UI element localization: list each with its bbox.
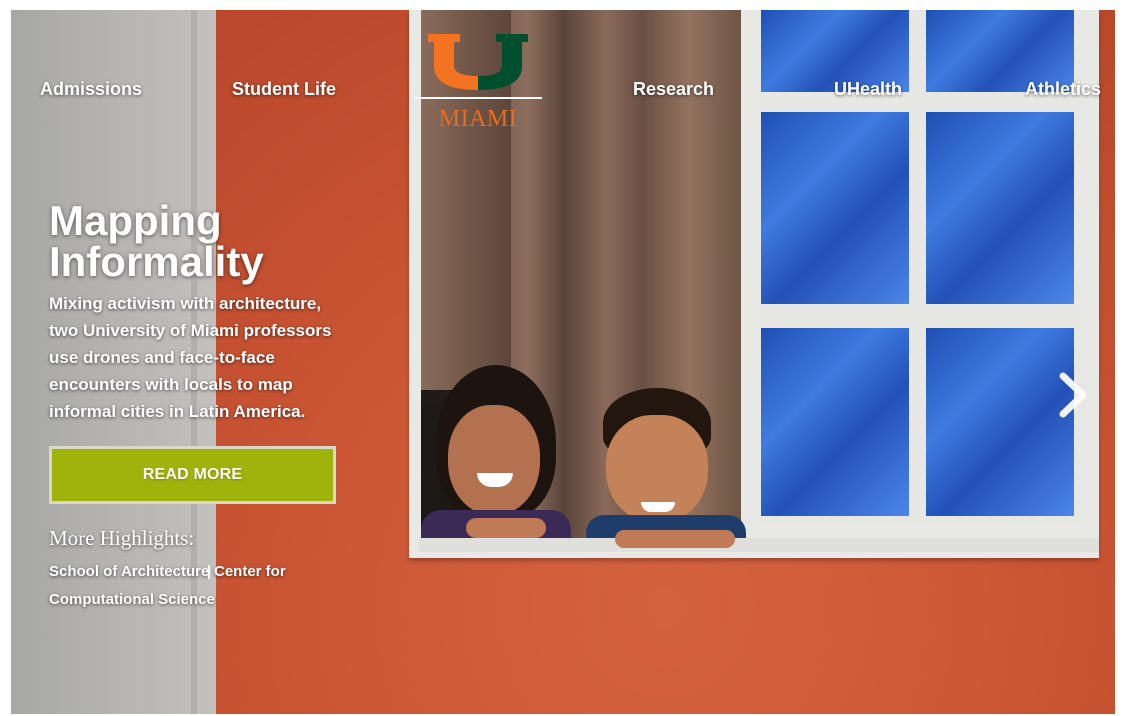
nav-link-uhealth[interactable]: UHealth [834, 79, 902, 100]
carousel-next-button[interactable] [1053, 370, 1093, 420]
highlights-title: More Highlights: [49, 526, 195, 550]
feature-description: Mixing activism with architecture, two U… [49, 294, 332, 421]
chevron-right-icon [1059, 372, 1087, 418]
nav-link-athletics[interactable]: Athletics [1025, 79, 1101, 100]
logo-wordmark: MIAMI [438, 106, 518, 132]
feature-headline: Mapping Informality [49, 197, 264, 285]
hero-frame: Admissions Student Life MIAMI Research U… [11, 10, 1115, 714]
nav-link-admissions[interactable]: Admissions [40, 79, 142, 100]
read-more-button[interactable]: READ MORE [49, 446, 336, 504]
university-logo[interactable]: MIAMI [414, 32, 542, 136]
nav-link-student-life[interactable]: Student Life [232, 79, 336, 100]
highlight-link-center-for[interactable]: Center for [214, 563, 286, 580]
highlight-separator: | [207, 563, 212, 580]
nav-link-research[interactable]: Research [633, 79, 714, 100]
highlight-link-computational-science[interactable]: Computational Science [49, 591, 215, 608]
highlight-link-school-of-architecture[interactable]: School of Architecture [49, 563, 209, 580]
u-logo-icon [428, 34, 528, 90]
